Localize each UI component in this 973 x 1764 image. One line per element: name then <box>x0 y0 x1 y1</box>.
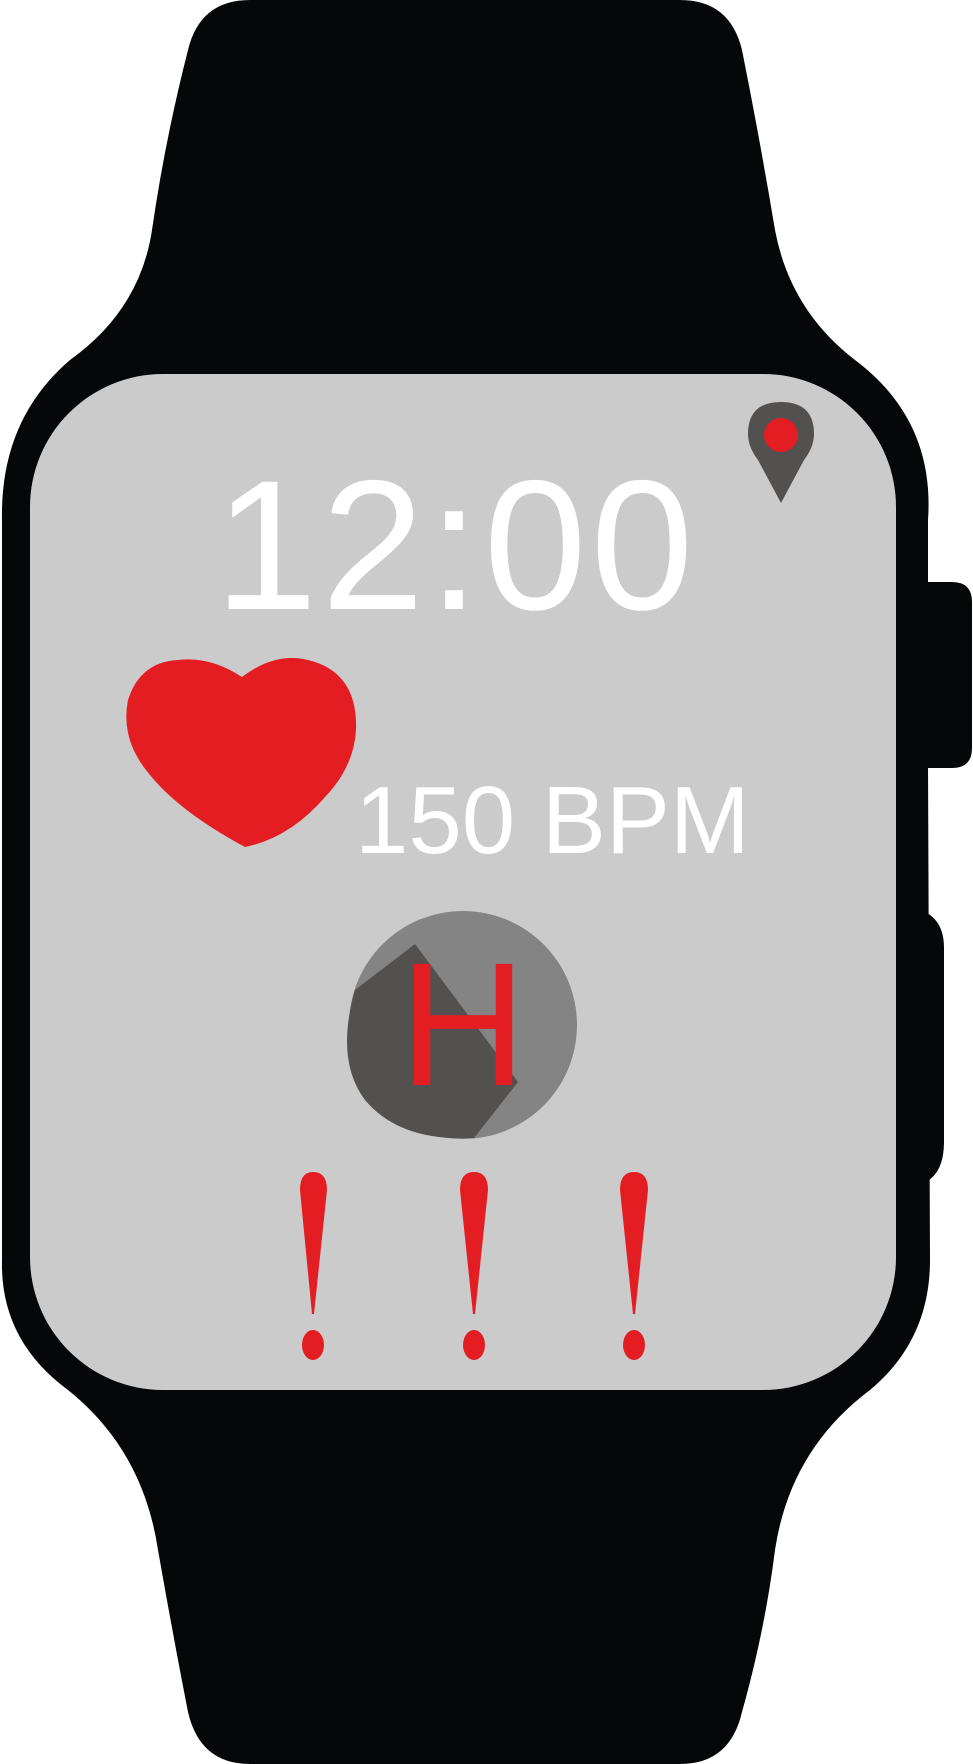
smartwatch: 12:00 150 BPM H <box>1 0 972 1764</box>
hospital-letter: H <box>399 927 526 1123</box>
time-display: 12:00 <box>215 443 698 649</box>
digital-crown[interactable] <box>920 582 972 768</box>
heart-rate-value: 150 BPM <box>355 767 750 874</box>
